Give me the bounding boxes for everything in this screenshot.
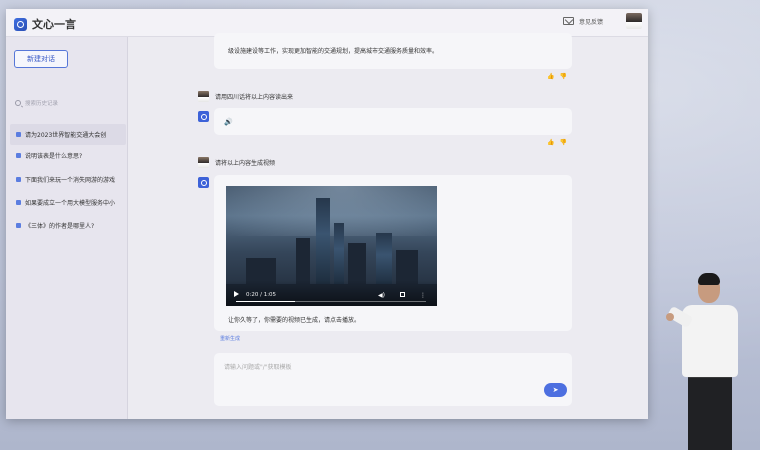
app-window: 文心一言 意见反馈 新建对话 搜索历史记录 请为2023世界智能交通大会创 说明… — [6, 9, 648, 419]
presenter-legs — [688, 377, 732, 450]
thumb-up-icon[interactable]: 👍 — [547, 139, 554, 146]
chat-input[interactable]: 请输入问题或"/"获取模板 ➤ — [214, 353, 572, 406]
chat-icon — [16, 132, 21, 137]
chat-icon — [16, 177, 21, 182]
feedback-link[interactable]: 意见反馈 — [579, 17, 603, 26]
search-placeholder: 搜索历史记录 — [25, 101, 59, 107]
input-placeholder: 请输入问题或"/"获取模板 — [224, 364, 292, 371]
video-building — [316, 198, 330, 288]
feedback-actions: 👍 👎 — [547, 139, 567, 146]
user-message-text: 请将以上内容生成视频 — [215, 160, 276, 167]
video-building — [334, 223, 344, 288]
audio-reply-card: 🔊 — [214, 108, 572, 135]
bot-avatar-icon — [198, 177, 209, 188]
history-item[interactable]: 说明该表是什么意思? — [10, 145, 126, 166]
history-item-label: 说明该表是什么意思? — [25, 153, 83, 160]
video-sky — [226, 186, 437, 236]
feedback-actions: 👍 👎 — [547, 73, 567, 80]
chat-icon — [16, 223, 21, 228]
history-item-label: 下面我们来玩一个消失网游的游戏 — [25, 177, 116, 184]
user-message-avatar — [198, 157, 209, 168]
bot-avatar-icon — [198, 111, 209, 122]
speaker-icon[interactable]: 🔊 — [224, 118, 233, 126]
volume-icon[interactable]: ◀) — [378, 292, 385, 299]
sidebar: 新建对话 搜索历史记录 请为2023世界智能交通大会创 说明该表是什么意思? 下… — [6, 37, 128, 419]
video-caption: 让你久等了，你需要的视频已生成，请点击播放。 — [228, 317, 361, 324]
presenter — [666, 273, 756, 450]
presenter-hand — [666, 313, 674, 321]
history-item[interactable]: 下面我们来玩一个消失网游的游戏 — [10, 169, 126, 190]
video-reply-card: 0:20 / 1:05 ◀) ⋮ 让你久等了，你需要的视频已生成，请点击播放。 — [214, 175, 572, 331]
send-button[interactable]: ➤ — [544, 383, 567, 397]
thumb-up-icon[interactable]: 👍 — [547, 73, 554, 80]
bot-reply-text: 级设施建设等工作，实现更加智能的交通规划，提高城市交通服务质量和效率。 — [228, 48, 439, 55]
thumb-down-icon[interactable]: 👎 — [559, 139, 566, 146]
user-message: 请将以上内容生成视频 — [198, 157, 275, 168]
search-icon — [15, 100, 21, 106]
user-message-text: 请用四川话将以上内容读出来 — [215, 94, 294, 101]
bot-reply-card: 级设施建设等工作，实现更加智能的交通规划，提高城市交通服务质量和效率。 — [214, 33, 572, 69]
history-item[interactable]: 《三体》的作者是哪里人? — [10, 215, 126, 236]
fullscreen-icon[interactable] — [400, 292, 405, 297]
user-avatar[interactable] — [626, 13, 642, 29]
app-title: 文心一言 — [32, 18, 76, 31]
history-item[interactable]: 请为2023世界智能交通大会创 — [10, 124, 126, 145]
regenerate-link[interactable]: 重新生成 — [220, 335, 240, 342]
history-item-label: 如果要成立一个用大模型服务中小 — [25, 200, 116, 207]
app-logo[interactable]: 文心一言 — [14, 16, 76, 32]
chat-area: 级设施建设等工作，实现更加智能的交通规划，提高城市交通服务质量和效率。 👍 👎 … — [128, 33, 648, 419]
video-progress-fill — [236, 301, 295, 302]
history-item-label: 《三体》的作者是哪里人? — [25, 223, 95, 230]
logo-icon — [14, 17, 27, 31]
presenter-hair — [698, 273, 720, 285]
history-item-label: 请为2023世界智能交通大会创 — [25, 132, 107, 139]
history-item[interactable]: 如果要成立一个用大模型服务中小 — [10, 192, 126, 213]
mail-icon[interactable] — [563, 17, 574, 25]
user-message-avatar — [198, 91, 209, 102]
thumb-down-icon[interactable]: 👎 — [559, 73, 566, 80]
video-controls: 0:20 / 1:05 ◀) ⋮ — [226, 280, 437, 306]
video-progress-track[interactable] — [236, 301, 426, 302]
chat-icon — [16, 200, 21, 205]
video-time: 0:20 / 1:05 — [246, 292, 277, 298]
play-icon[interactable] — [234, 291, 239, 297]
video-player[interactable]: 0:20 / 1:05 ◀) ⋮ — [226, 186, 437, 306]
chat-icon — [16, 153, 21, 158]
history-search[interactable]: 搜索历史记录 — [15, 99, 58, 107]
new-chat-button[interactable]: 新建对话 — [14, 50, 68, 68]
user-message: 请用四川话将以上内容读出来 — [198, 91, 293, 102]
more-icon[interactable]: ⋮ — [420, 292, 426, 299]
